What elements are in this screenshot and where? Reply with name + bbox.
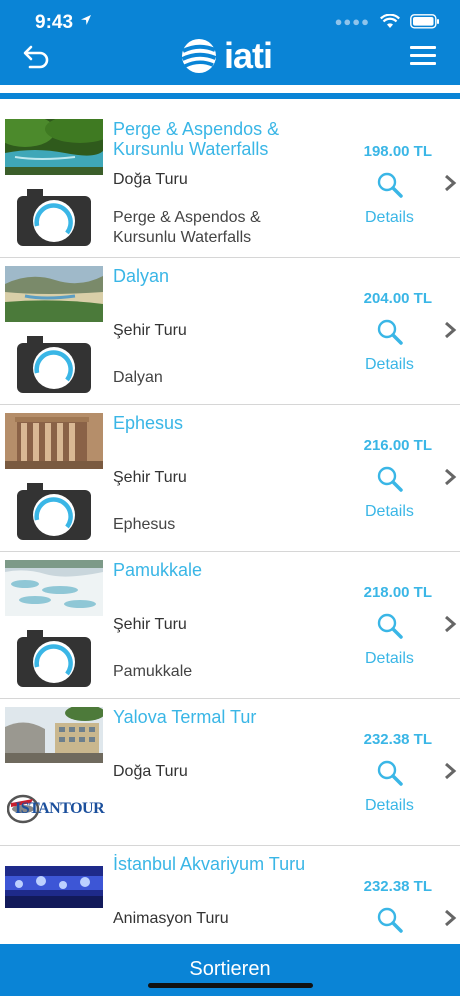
chevron-right-icon[interactable] bbox=[443, 467, 457, 487]
list-item[interactable]: İstanbul Akvariyum Turu Animasyon Turu 2… bbox=[0, 846, 460, 944]
chevron-right-icon[interactable] bbox=[443, 173, 457, 193]
home-indicator bbox=[148, 983, 313, 988]
tour-thumbnail bbox=[5, 560, 103, 616]
tour-price: 204.00 TL bbox=[363, 290, 432, 307]
back-arrow-icon[interactable] bbox=[22, 44, 50, 70]
camera-icon bbox=[17, 336, 91, 393]
tour-thumbnail bbox=[5, 413, 103, 469]
iati-logo: iati bbox=[180, 35, 273, 76]
details-link[interactable]: Details bbox=[365, 356, 414, 374]
tour-thumbnail bbox=[5, 266, 103, 322]
tour-thumbnail bbox=[5, 119, 103, 175]
details-link[interactable]: Details bbox=[365, 650, 414, 668]
sort-bar[interactable]: Sortieren bbox=[0, 944, 460, 996]
camera-icon bbox=[17, 630, 91, 687]
location-arrow-icon bbox=[81, 15, 91, 25]
tour-description: Pamukkale bbox=[113, 663, 193, 680]
tour-type: Doğa Turu bbox=[113, 763, 188, 780]
search-icon[interactable] bbox=[376, 318, 404, 346]
list-item[interactable]: Dalyan Şehir Turu Dalyan 204.00 TL Detai… bbox=[0, 258, 460, 405]
globe-logo-icon bbox=[181, 39, 217, 73]
istantour-logo: ISTANTOUR bbox=[6, 789, 105, 825]
tour-thumbnail bbox=[5, 866, 103, 908]
details-link[interactable]: Details bbox=[365, 797, 414, 815]
chevron-right-icon[interactable] bbox=[443, 908, 457, 928]
list-item[interactable]: ISTANTOUR Yalova Termal Tur Doğa Turu 23… bbox=[0, 699, 460, 846]
tour-title[interactable]: Ephesus bbox=[113, 413, 323, 433]
istantour-logo-text: ISTANTOUR bbox=[15, 800, 105, 817]
tour-description: Ephesus bbox=[113, 516, 176, 533]
app-header: 9:43 ●●●● iati bbox=[0, 0, 460, 85]
hamburger-menu-icon[interactable] bbox=[410, 46, 436, 66]
search-icon[interactable] bbox=[376, 612, 404, 640]
tour-type: Şehir Turu bbox=[113, 469, 187, 486]
tour-type: Şehir Turu bbox=[113, 322, 187, 339]
tour-type: Animasyon Turu bbox=[113, 910, 229, 927]
chevron-right-icon[interactable] bbox=[443, 320, 457, 340]
tour-description: Perge & Aspendos & Kursunlu Waterfalls bbox=[113, 209, 261, 246]
search-icon[interactable] bbox=[376, 171, 404, 199]
tour-title[interactable]: Perge & Aspendos & Kursunlu Waterfalls bbox=[113, 119, 323, 159]
search-icon[interactable] bbox=[376, 759, 404, 787]
tour-price: 218.00 TL bbox=[363, 584, 432, 601]
list-item[interactable]: Perge & Aspendos & Kursunlu Waterfalls D… bbox=[0, 111, 460, 258]
tour-thumbnail bbox=[5, 707, 103, 763]
tour-price: 232.38 TL bbox=[363, 878, 432, 895]
tour-title[interactable]: İstanbul Akvariyum Turu bbox=[113, 854, 323, 874]
header-stripe bbox=[0, 93, 460, 99]
tour-title[interactable]: Pamukkale bbox=[113, 560, 323, 580]
tour-price: 216.00 TL bbox=[363, 437, 432, 454]
search-icon[interactable] bbox=[376, 906, 404, 934]
tour-description: Dalyan bbox=[113, 369, 163, 386]
search-icon[interactable] bbox=[376, 465, 404, 493]
camera-icon bbox=[17, 189, 91, 246]
tour-price: 232.38 TL bbox=[363, 731, 432, 748]
camera-icon bbox=[17, 483, 91, 540]
tour-type: Şehir Turu bbox=[113, 616, 187, 633]
wifi-icon bbox=[380, 14, 400, 28]
logo-text: iati bbox=[224, 35, 273, 76]
tour-title[interactable]: Yalova Termal Tur bbox=[113, 707, 323, 727]
signal-dots-icon: ●●●● bbox=[334, 14, 370, 29]
status-time: 9:43 bbox=[35, 12, 74, 33]
nav-bar: iati bbox=[0, 35, 460, 85]
chevron-right-icon[interactable] bbox=[443, 614, 457, 634]
details-link[interactable]: Details bbox=[365, 503, 414, 521]
tour-type: Doğa Turu bbox=[113, 171, 188, 188]
tour-title[interactable]: Dalyan bbox=[113, 266, 323, 286]
sort-button[interactable]: Sortieren bbox=[0, 958, 460, 981]
chevron-right-icon[interactable] bbox=[443, 761, 457, 781]
tour-price: 198.00 TL bbox=[363, 143, 432, 160]
list-item[interactable]: Pamukkale Şehir Turu Pamukkale 218.00 TL… bbox=[0, 552, 460, 699]
list-item[interactable]: Ephesus Şehir Turu Ephesus 216.00 TL Det… bbox=[0, 405, 460, 552]
battery-icon bbox=[410, 14, 439, 29]
details-link[interactable]: Details bbox=[365, 209, 414, 227]
tour-list[interactable]: Perge & Aspendos & Kursunlu Waterfalls D… bbox=[0, 111, 460, 944]
